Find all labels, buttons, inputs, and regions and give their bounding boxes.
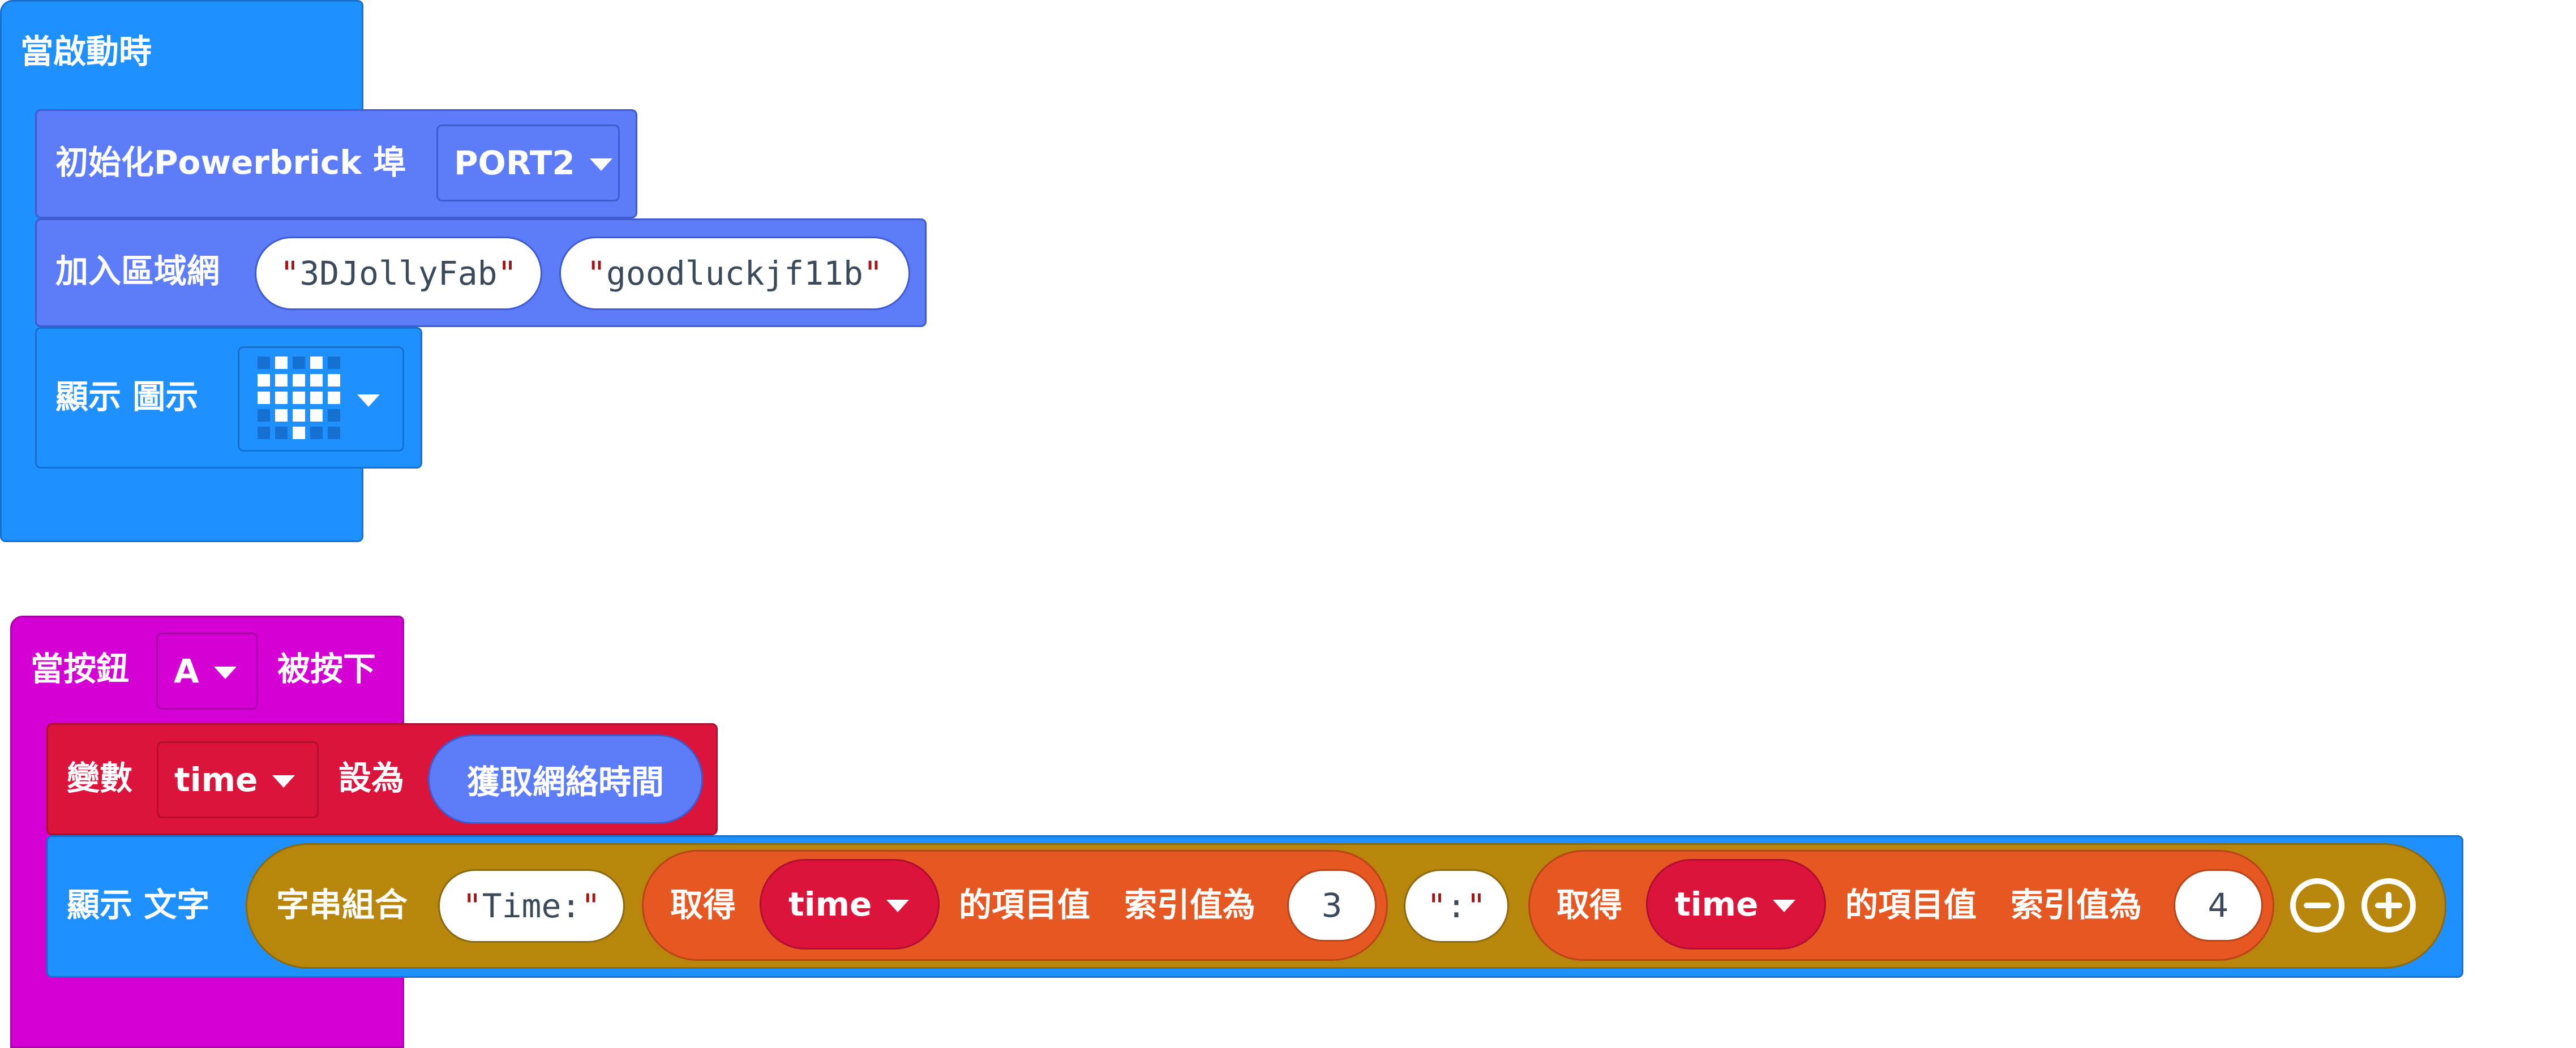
ssid-value: 3DJollyFab: [299, 254, 498, 293]
chevron-down-icon: [357, 394, 380, 407]
array-var-dropdown-2[interactable]: time: [1646, 859, 1826, 950]
array-var-value-1: time: [788, 885, 872, 924]
show-icon-label: 顯示 圖示: [55, 377, 199, 416]
join-strings-label: 字串組合: [276, 886, 408, 924]
get-network-time-block[interactable]: 獲取網絡時間: [428, 735, 703, 824]
password-string[interactable]: " goodluckjf11b ": [559, 237, 910, 310]
on-button-label-pressed: 被按下: [277, 650, 376, 688]
chevron-down-icon: [213, 667, 237, 679]
array-var-value-2: time: [1675, 885, 1759, 924]
join-wifi-label: 加入區域網: [55, 252, 220, 290]
chevron-down-icon: [1773, 900, 1796, 912]
on-button-label-when: 當按鈕: [31, 650, 130, 688]
remove-item-icon[interactable]: [2290, 878, 2344, 933]
on-start-label: 當啟動時: [20, 32, 152, 71]
button-dropdown[interactable]: A: [156, 633, 258, 710]
time-text-string[interactable]: " Time: ": [438, 869, 625, 943]
array-get-label-2: 取得: [1557, 886, 1623, 924]
index-value-2: 4: [2208, 886, 2229, 925]
add-item-icon[interactable]: [2361, 878, 2416, 933]
colon-string[interactable]: ": ": [1404, 869, 1509, 943]
variable-value: time: [174, 761, 258, 799]
index-input-2[interactable]: 4: [2174, 869, 2263, 942]
index-value-1: 3: [1321, 886, 1343, 925]
item-value-label-2: 的項目值: [1845, 886, 1977, 924]
array-var-dropdown-1[interactable]: time: [760, 859, 940, 950]
init-powerbrick-label: 初始化Powerbrick 埠: [55, 143, 406, 182]
password-value: goodluckjf11b: [606, 254, 863, 293]
get-network-time-label: 獲取網絡時間: [466, 763, 664, 801]
button-value: A: [174, 652, 199, 690]
icon-dropdown[interactable]: [238, 346, 404, 452]
show-text-label: 顯示 文字: [67, 886, 210, 924]
port-value: PORT2: [454, 144, 575, 182]
chevron-down-icon: [589, 158, 612, 171]
index-label-2: 索引值為: [2011, 886, 2142, 924]
array-get-label-1: 取得: [670, 886, 736, 924]
item-value-label-1: 的項目值: [959, 886, 1091, 924]
ssid-string[interactable]: " 3DJollyFab ": [255, 237, 542, 310]
set-variable-label: 變數: [67, 759, 133, 797]
heart-icon: [258, 357, 340, 439]
variable-dropdown[interactable]: time: [157, 741, 319, 818]
time-text-value: Time:: [482, 887, 581, 925]
chevron-down-icon: [272, 775, 295, 788]
set-to-label: 設為: [338, 759, 405, 797]
colon-value: :: [1446, 887, 1467, 925]
port-dropdown[interactable]: PORT2: [436, 124, 620, 201]
index-label-1: 索引值為: [1124, 886, 1256, 924]
chevron-down-icon: [886, 900, 910, 912]
index-input-1[interactable]: 3: [1287, 869, 1377, 942]
